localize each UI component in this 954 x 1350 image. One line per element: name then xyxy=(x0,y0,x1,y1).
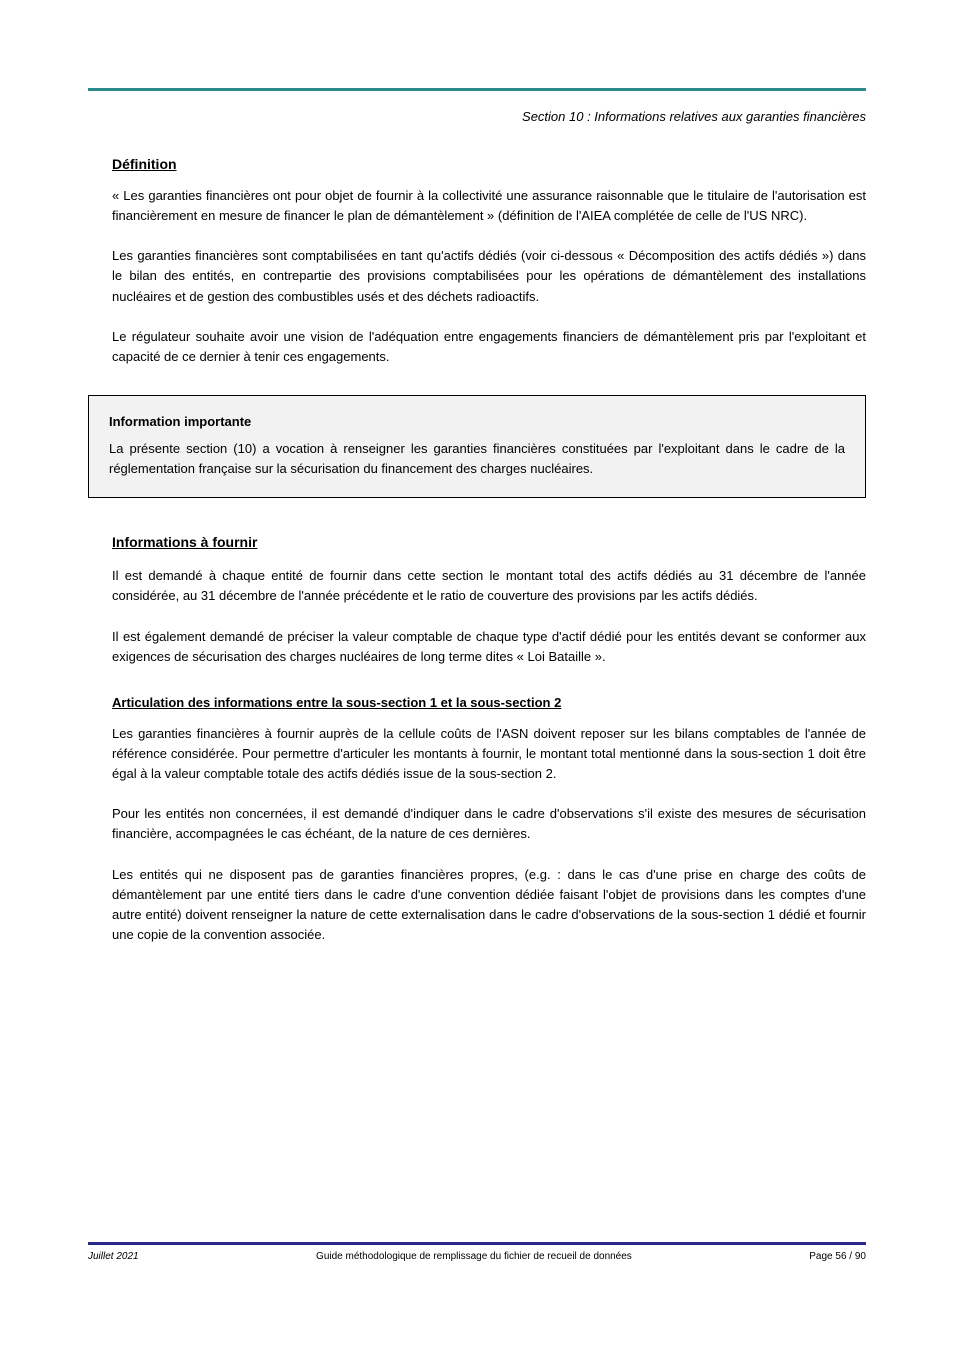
info-box-heading: Information importante xyxy=(109,414,845,429)
footer-right: Page 56 / 90 xyxy=(809,1251,866,1262)
bottom-rule xyxy=(88,1242,866,1245)
header-section-title: Section 10 : Informations relatives aux … xyxy=(88,109,866,124)
top-rule xyxy=(88,88,866,91)
para-info-2: Il est également demandé de préciser la … xyxy=(112,627,866,667)
footer-center: Guide méthodologique de remplissage du f… xyxy=(316,1251,632,1262)
para-definition-3: Le régulateur souhaite avoir une vision … xyxy=(112,327,866,367)
info-box: Information importante La présente secti… xyxy=(88,395,866,498)
para-artic-2: Pour les entités non concernées, il est … xyxy=(112,804,866,844)
para-artic-3: Les entités qui ne disposent pas de gara… xyxy=(112,865,866,946)
heading-informations: Informations à fournir xyxy=(112,534,866,550)
para-definition-1: « Les garanties financières ont pour obj… xyxy=(112,186,866,226)
footer-left: Juillet 2021 xyxy=(88,1251,139,1262)
info-box-body: La présente section (10) a vocation à re… xyxy=(109,439,845,479)
footer: Juillet 2021 Guide méthodologique de rem… xyxy=(88,1251,866,1262)
para-info-1: Il est demandé à chaque entité de fourni… xyxy=(112,566,866,606)
heading-definition: Définition xyxy=(112,156,866,172)
para-definition-2: Les garanties financières sont comptabil… xyxy=(112,246,866,306)
para-artic-1: Les garanties financières à fournir aupr… xyxy=(112,724,866,784)
heading-articulation: Articulation des informations entre la s… xyxy=(112,695,866,710)
